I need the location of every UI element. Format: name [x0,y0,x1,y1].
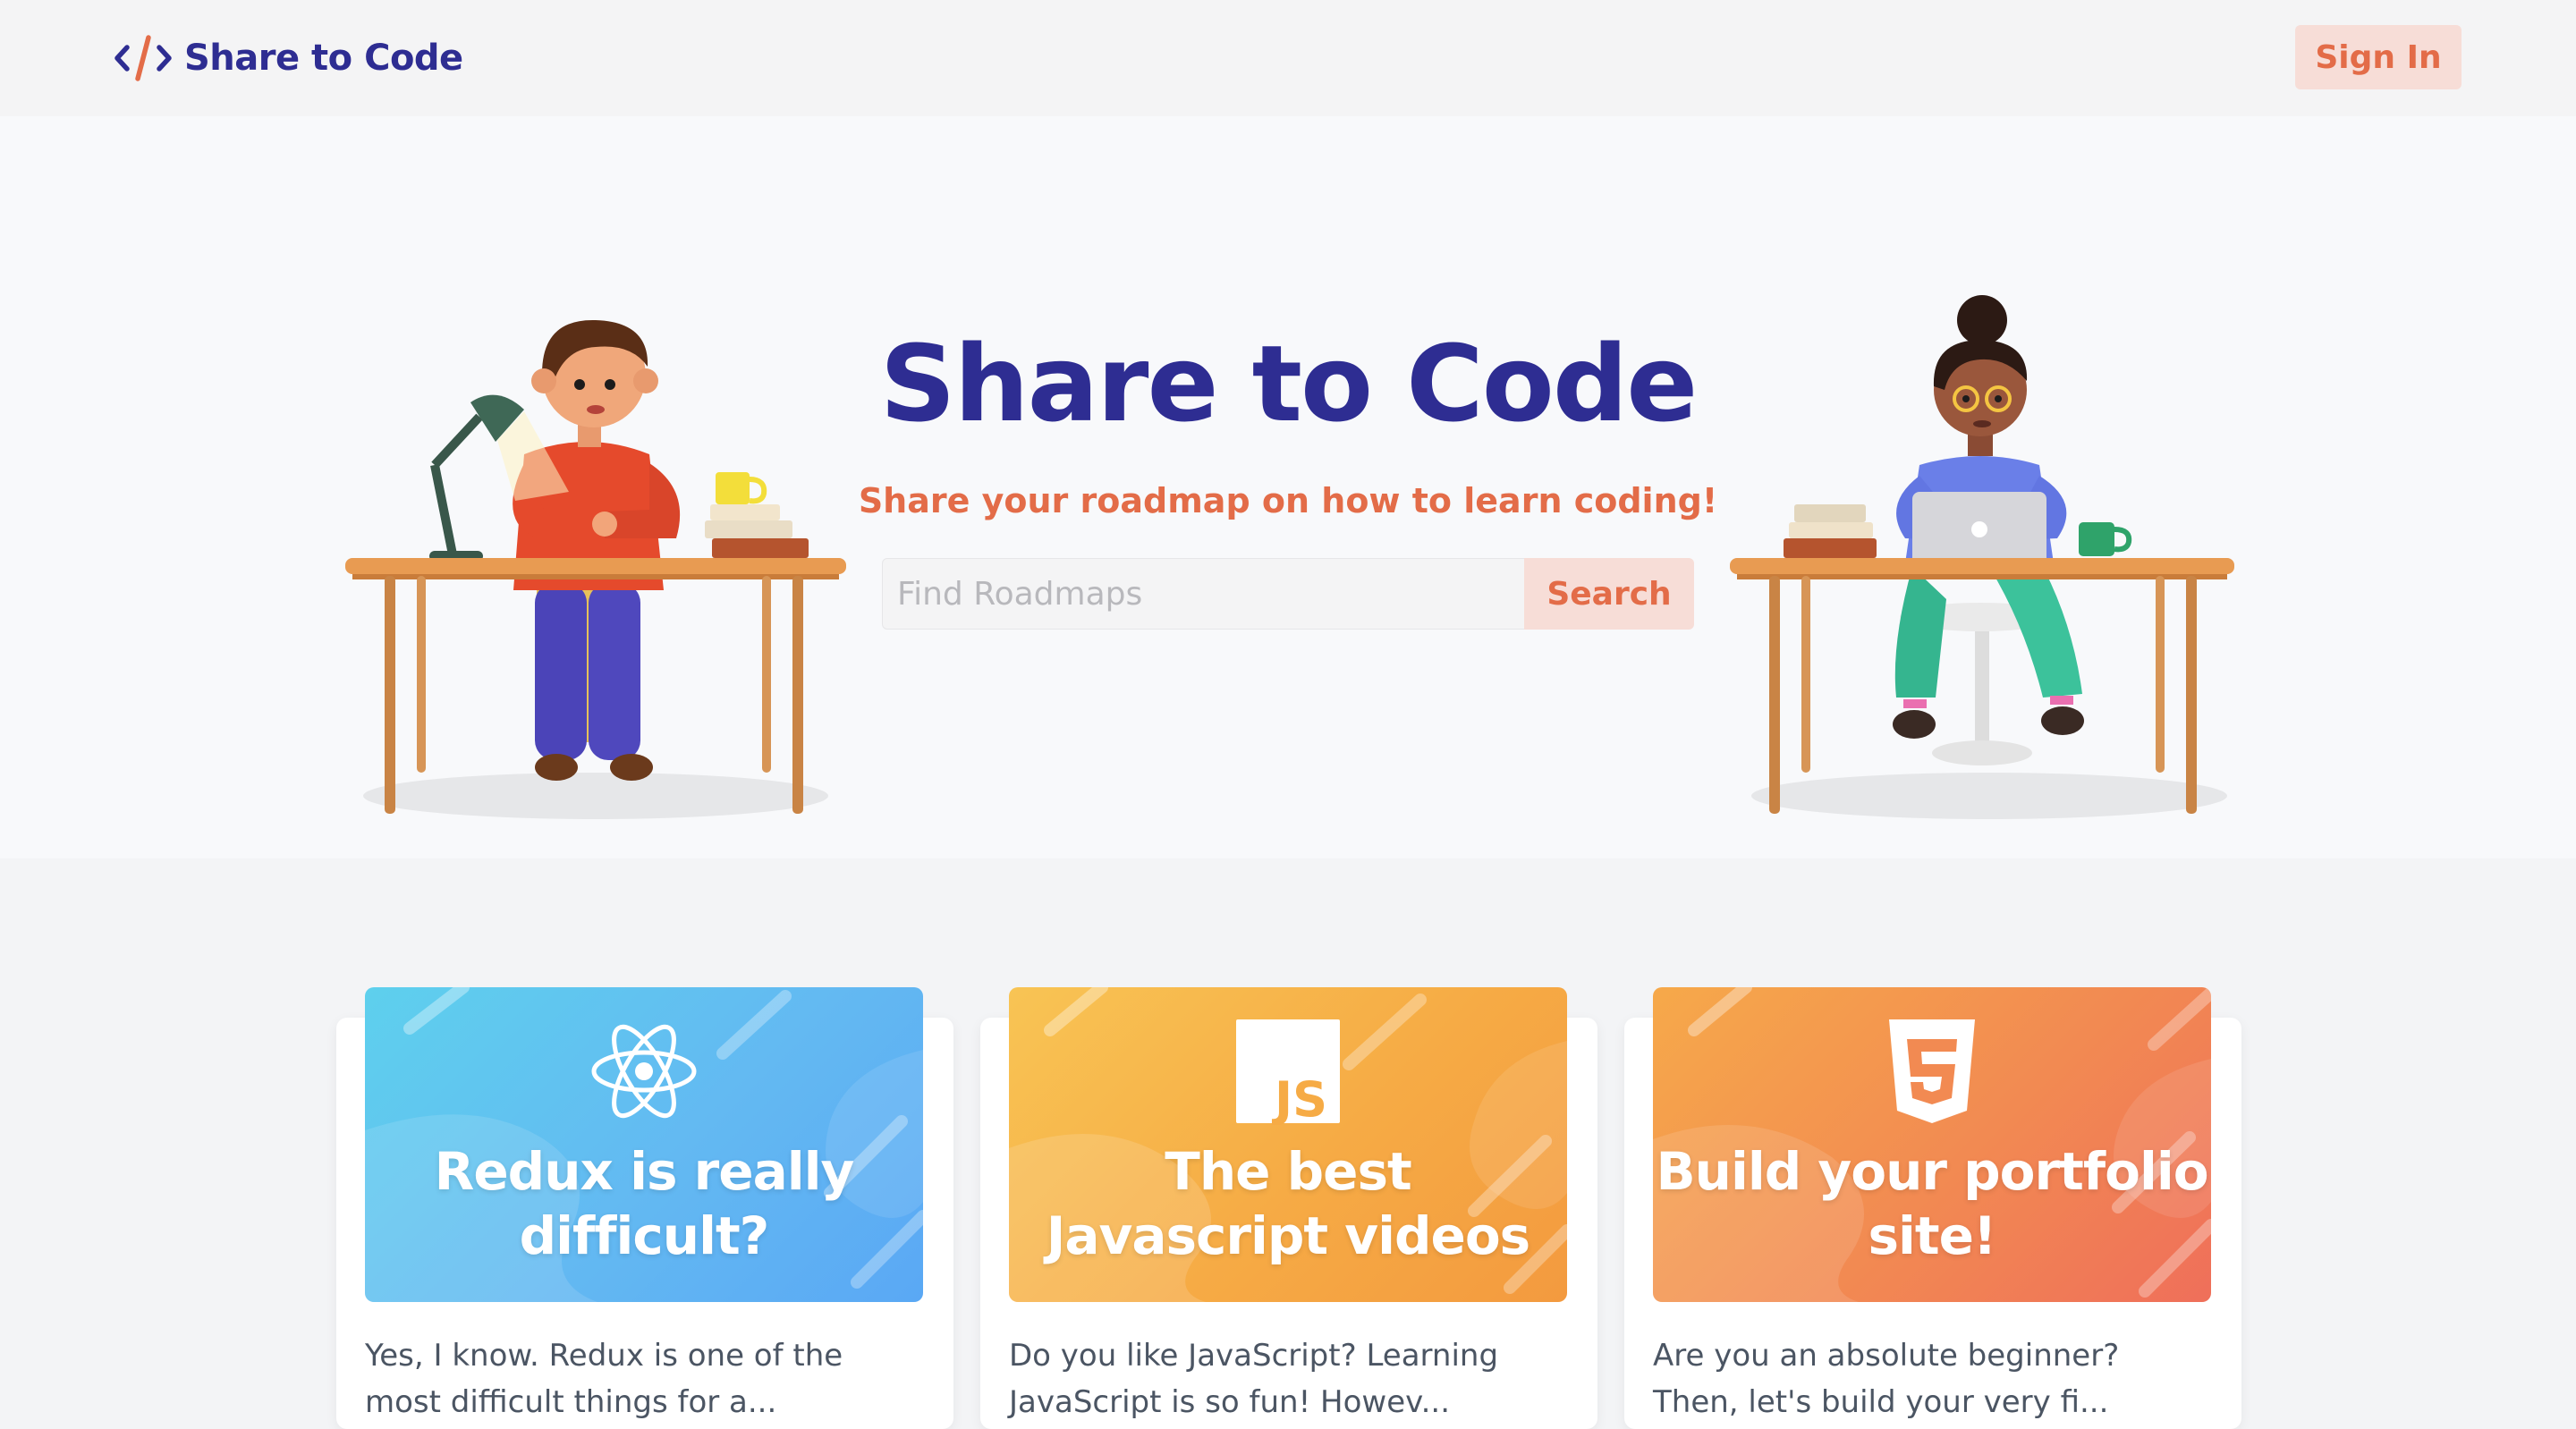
card-banner-javascript[interactable]: JS The best Javascript videos [1009,987,1567,1302]
brand-name: Share to Code [184,38,463,79]
hero-subtitle: Share your roadmap on how to learn codin… [858,481,1718,520]
js-logo-text: JS [1271,1071,1327,1125]
roadmap-search-input[interactable] [882,558,1526,630]
code-brackets-icon [114,35,172,81]
card-description: Do you like JavaScript? Learning JavaScr… [1009,1338,1499,1420]
card-description: Yes, I know. Redux is one of the most di… [365,1338,843,1420]
person-laptop-at-desk-illustration [1730,295,2234,819]
html5-shield-icon [1889,1019,1975,1123]
card-description: Are you an absolute beginner? Then, let'… [1653,1338,2120,1420]
top-navbar: Share to Code Sign In [0,0,2576,116]
js-logo-icon: JS [1236,1019,1340,1125]
card-title: Redux is really difficult? [365,1139,923,1268]
sign-in-button[interactable]: Sign In [2295,25,2462,89]
card-title-line: Javascript videos [1046,1205,1530,1266]
card-title-line: The best [1165,1141,1412,1202]
react-atom-icon [591,1024,697,1119]
card-title-line: Build your portfolio [1656,1141,2208,1202]
card-title-line: site! [1868,1205,1997,1266]
card-banner-redux[interactable]: Redux is really difficult? [365,987,923,1302]
card-title-line: difficult? [519,1205,770,1266]
card-title: Build your portfolio site! [1653,1139,2211,1268]
card-title: The best Javascript videos [1009,1139,1567,1268]
card-banner-portfolio[interactable]: Build your portfolio site! [1653,987,2211,1302]
hero-title: Share to Code [879,322,1699,445]
brand-logo-link[interactable]: Share to Code [113,27,463,89]
search-button[interactable]: Search [1524,558,1694,630]
card-title-line: Redux is really [434,1141,855,1202]
hero-section: Share to Code Share your roadmap on how … [0,116,2576,858]
